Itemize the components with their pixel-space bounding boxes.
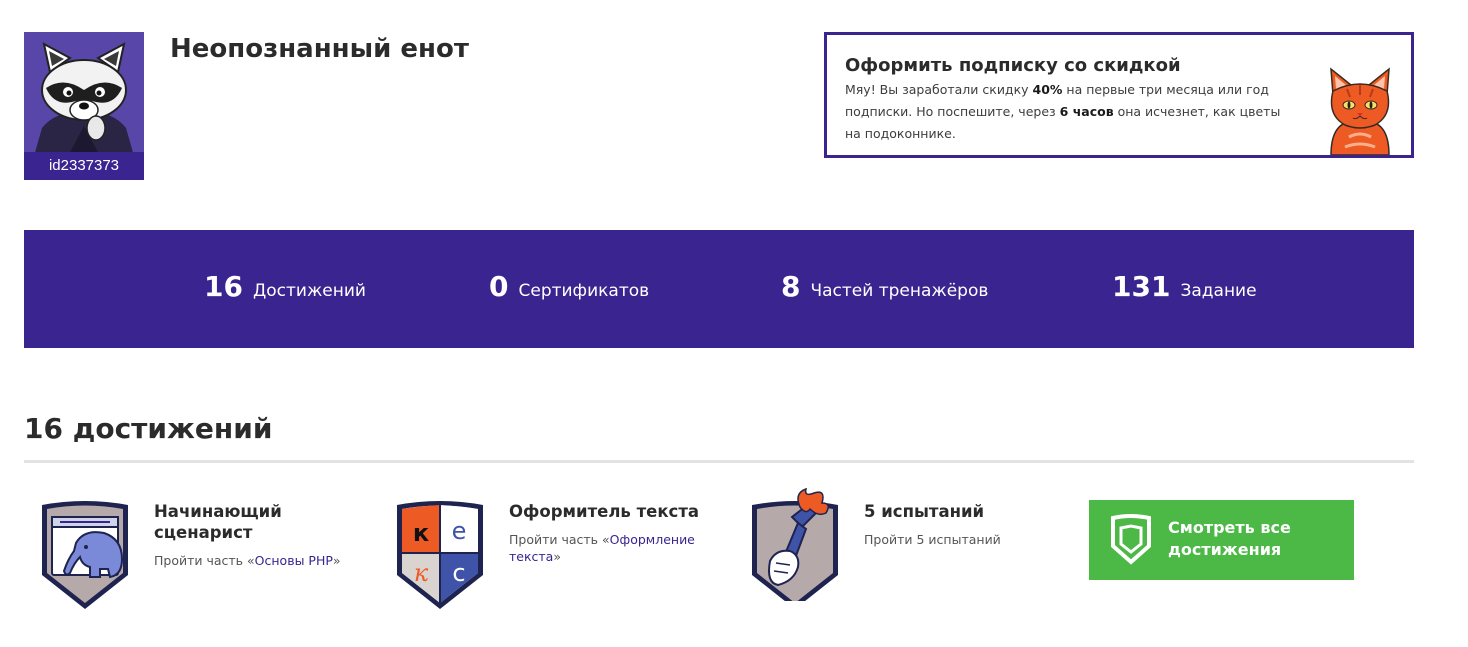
stat-trainer-parts[interactable]: 8 Частей тренажёров xyxy=(781,270,988,310)
badge-letter: е xyxy=(452,517,467,545)
promo-discount: 40% xyxy=(1032,82,1063,97)
achievement-title: Оформитель текста xyxy=(509,502,700,521)
stat-label: Сертификатов xyxy=(518,281,650,301)
achievement-title: 5 испытаний xyxy=(864,502,985,521)
avatar[interactable]: id2337373 xyxy=(24,32,144,180)
elephant-badge-icon xyxy=(42,501,128,609)
divider xyxy=(24,460,1414,463)
achievement-desc: Пройти часть «Основы PHP» xyxy=(154,553,341,568)
view-all-achievements-button[interactable]: Смотреть все достижения xyxy=(1089,500,1354,580)
stat-label: Достижений xyxy=(252,281,366,301)
stat-achievements[interactable]: 16 Достижений xyxy=(204,270,366,310)
stat-label: Частей тренажёров xyxy=(810,281,989,301)
torch-badge-icon xyxy=(752,487,838,601)
raccoon-avatar-icon xyxy=(34,42,134,156)
keks-badge-icon: к е к с xyxy=(397,501,483,609)
achievement-desc: Пройти 5 испытаний xyxy=(864,532,1001,547)
promo-time-left: 6 часов xyxy=(1059,104,1114,119)
user-name: Неопознанный енот xyxy=(170,34,469,64)
achievements-heading: 16 достижений xyxy=(24,412,273,445)
badge-letter: с xyxy=(452,559,465,587)
stat-tasks[interactable]: 131 Задание xyxy=(1112,270,1257,310)
shield-icon xyxy=(1111,514,1151,565)
stat-value: 131 xyxy=(1112,270,1171,303)
stat-value: 8 xyxy=(781,270,801,303)
cat-icon xyxy=(1330,67,1390,155)
achievement-title: Начинающий сценарист xyxy=(154,502,282,542)
stat-certificates[interactable]: 0 Сертификатов xyxy=(489,270,649,310)
subscription-promo[interactable]: Оформить подписку со скидкой Мяу! Вы зар… xyxy=(824,32,1414,158)
promo-text: Мяу! Вы заработали скидку 40% на первые … xyxy=(845,82,1281,141)
badge-letter: к xyxy=(414,559,429,587)
promo-title[interactable]: Оформить подписку со скидкой xyxy=(845,55,1181,76)
stat-label: Задание xyxy=(1180,281,1257,301)
view-all-label: Смотреть все достижения xyxy=(1168,518,1291,559)
achievement-link[interactable]: Основы PHP xyxy=(255,553,333,568)
stat-value: 0 xyxy=(489,270,509,303)
stat-value: 16 xyxy=(204,270,243,303)
stats-bar: 16 Достижений 0 Сертификатов 8 Частей тр… xyxy=(24,230,1414,348)
user-id: id2337373 xyxy=(24,152,144,180)
achievement-desc: Пройти часть «Оформление текста» xyxy=(509,532,695,564)
badge-letter: к xyxy=(413,519,429,547)
